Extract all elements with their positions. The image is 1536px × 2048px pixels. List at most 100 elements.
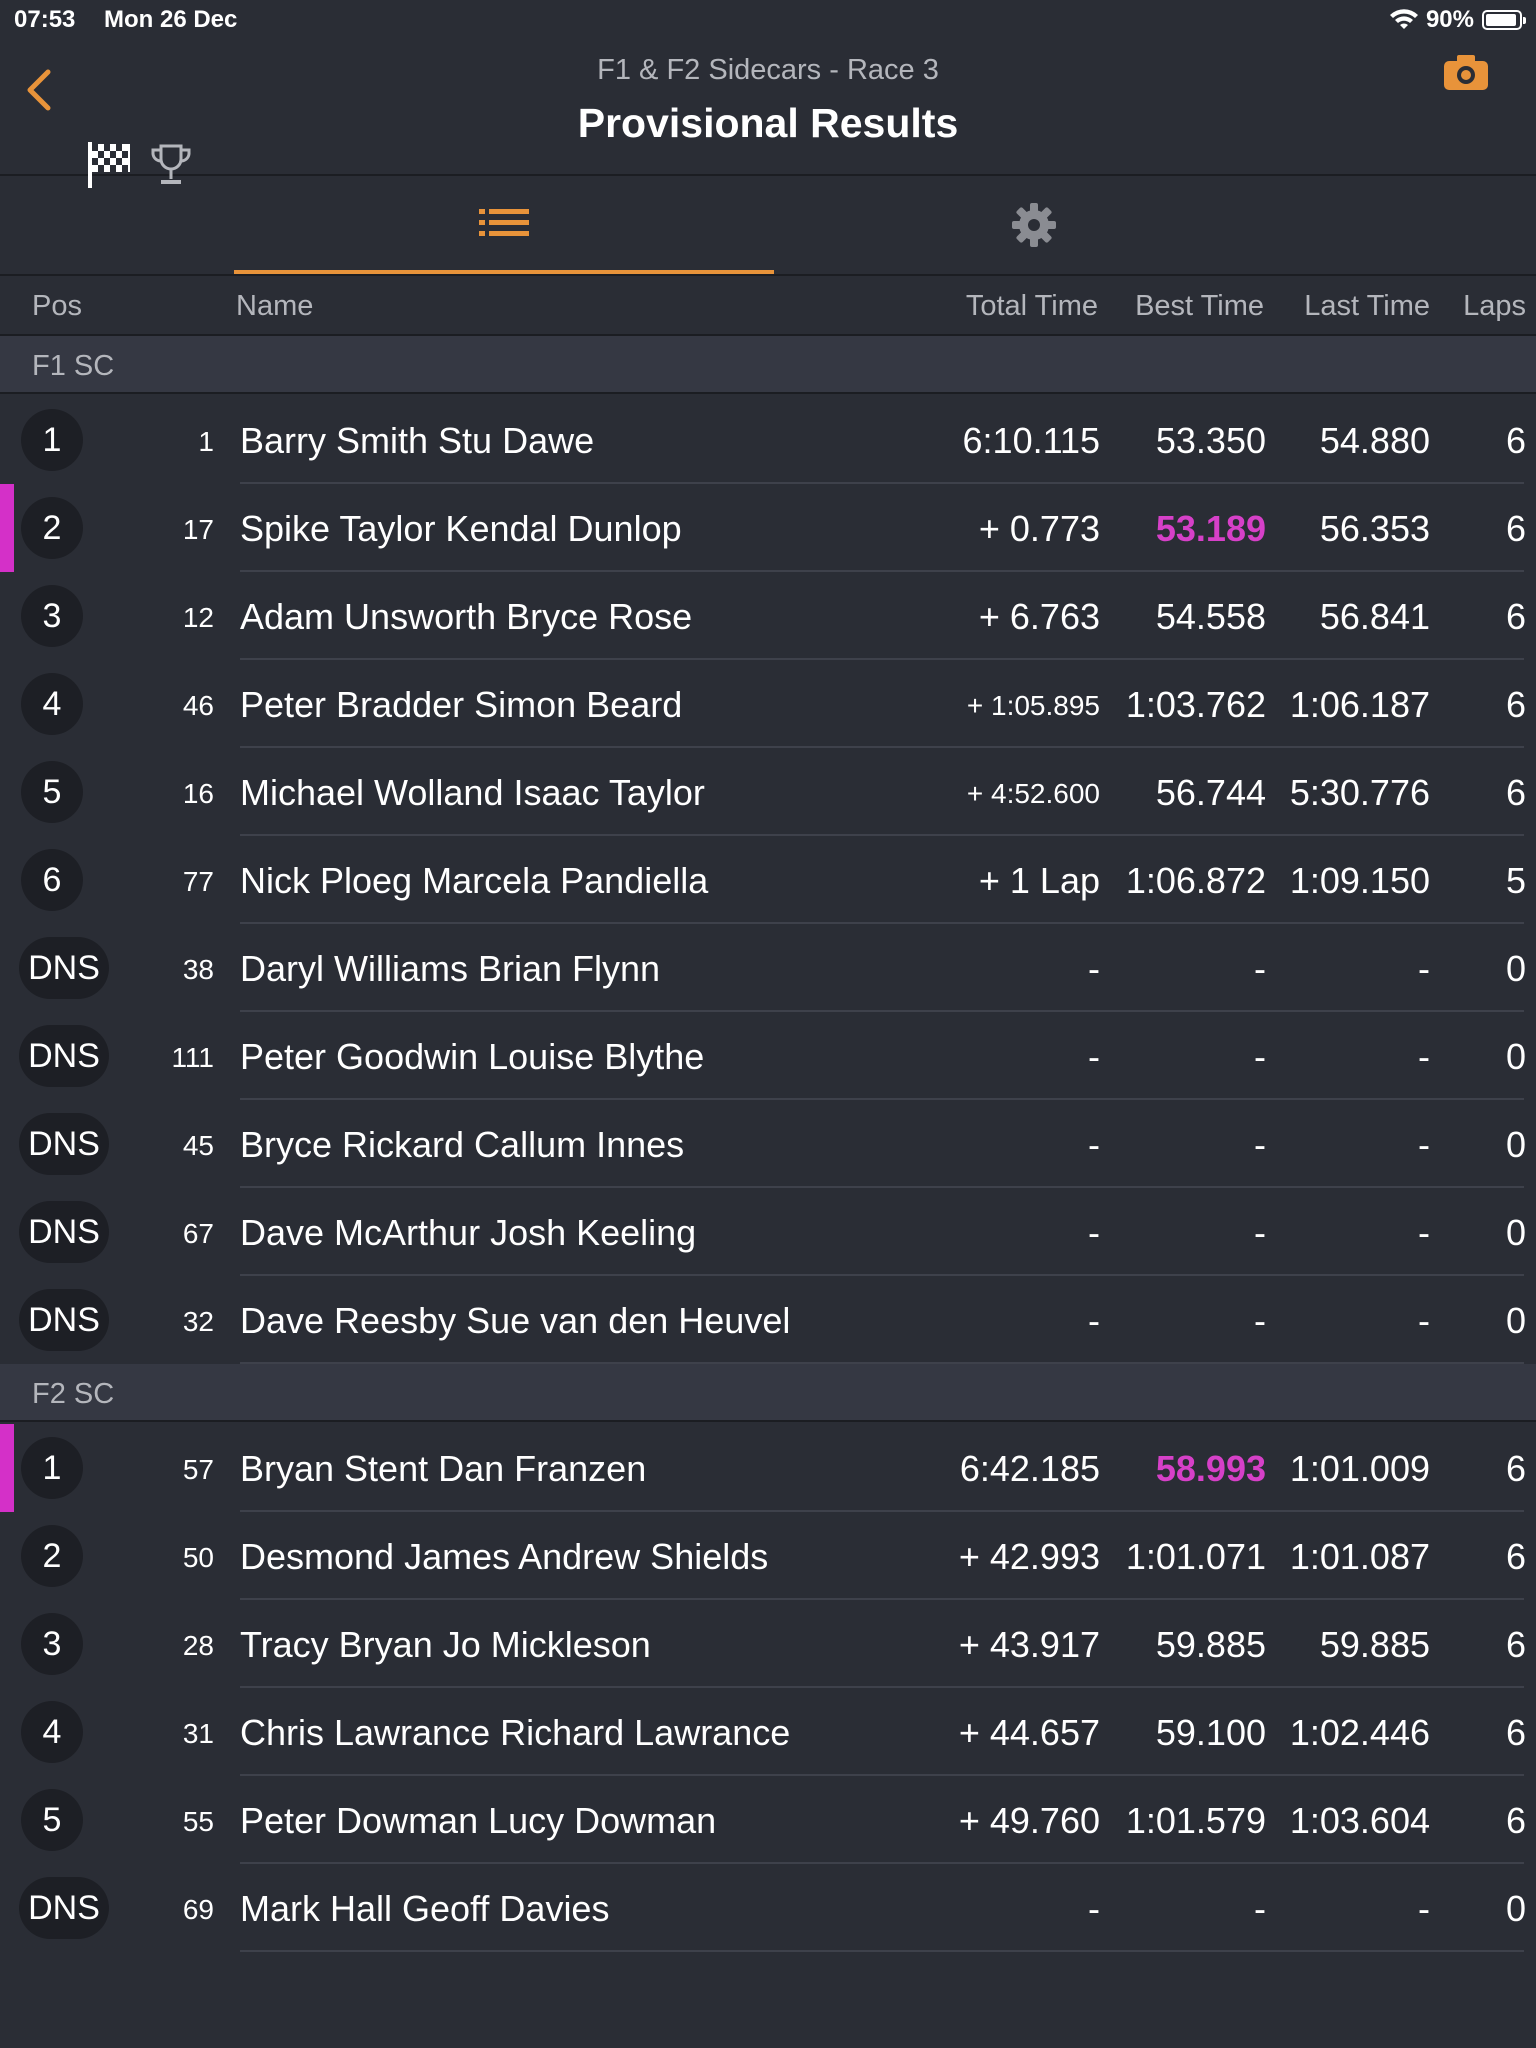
laps-count: 0	[1505, 1212, 1526, 1253]
last-time: -	[1418, 948, 1430, 989]
result-row[interactable]: DNS 67 Dave McArthur Josh Keeling - - - 0	[0, 1188, 1536, 1276]
col-pos[interactable]: Pos	[32, 290, 82, 323]
best-time: 59.100	[1155, 1712, 1266, 1753]
race-number: 38	[182, 954, 214, 985]
result-row[interactable]: 1 57 Bryan Stent Dan Franzen 6:42.185 58.993…	[0, 1424, 1536, 1512]
battery-icon	[1482, 10, 1526, 30]
status-date: Mon 26 Dec	[104, 6, 238, 33]
last-time: 59.885	[1319, 1624, 1430, 1665]
last-time: 1:01.087	[1289, 1536, 1430, 1577]
race-number: 77	[182, 866, 214, 897]
col-name[interactable]: Name	[236, 290, 313, 323]
total-time: + 49.760	[958, 1800, 1100, 1841]
laps-count: 0	[1505, 1888, 1526, 1929]
position-badge: 4	[21, 673, 83, 735]
rider-names: Mark Hall Geoff Davies	[240, 1888, 610, 1929]
best-time: 1:01.579	[1125, 1800, 1266, 1841]
header: F1 & F2 Sidecars - Race 3 Provisional Re…	[0, 40, 1536, 188]
result-row[interactable]: 3 28 Tracy Bryan Jo Mickleson + 43.917 59.88…	[0, 1600, 1536, 1688]
last-time: -	[1418, 1036, 1430, 1077]
best-time: 56.744	[1155, 772, 1266, 813]
total-time: -	[1088, 948, 1100, 989]
race-number: 31	[182, 1718, 214, 1749]
group-header: F2 SC	[0, 1364, 1536, 1422]
fastest-lap-marker	[0, 484, 14, 572]
race-number: 16	[182, 778, 214, 809]
total-time: + 43.917	[958, 1624, 1100, 1665]
best-time: -	[1254, 1888, 1266, 1929]
result-row[interactable]: 5 16 Michael Wolland Isaac Taylor + 4:52.60…	[0, 748, 1536, 836]
last-time: 1:02.446	[1289, 1712, 1430, 1753]
row-divider	[240, 1950, 1524, 1952]
race-number: 50	[182, 1542, 214, 1573]
total-time: 6:10.115	[962, 420, 1100, 461]
best-time: 1:01.071	[1125, 1536, 1266, 1577]
total-time: + 4:52.600	[966, 778, 1100, 809]
laps-count: 6	[1505, 684, 1526, 725]
race-number: 45	[182, 1130, 214, 1161]
laps-count: 0	[1505, 1036, 1526, 1077]
rider-names: Adam Unsworth Bryce Rose	[240, 596, 693, 637]
rider-names: Peter Goodwin Louise Blythe	[240, 1036, 705, 1077]
best-time: 53.350	[1155, 420, 1266, 461]
rider-names: Daryl Williams Brian Flynn	[240, 948, 661, 989]
column-headers: Pos Name Total Time Best Time Last Time …	[0, 276, 1536, 336]
position-badge: DNS	[19, 1201, 109, 1263]
result-row[interactable]: 2 17 Spike Taylor Kendal Dunlop + 0.773 53.1…	[0, 484, 1536, 572]
laps-count: 0	[1505, 1300, 1526, 1341]
race-number: 69	[182, 1894, 214, 1925]
tab-settings[interactable]	[964, 176, 1104, 274]
laps-count: 6	[1505, 596, 1526, 637]
result-row[interactable]: 4 46 Peter Bradder Simon Beard + 1:05.895 1:…	[0, 660, 1536, 748]
result-row[interactable]: 6 77 Nick Ploeg Marcela Pandiella + 1 Lap 1:…	[0, 836, 1536, 924]
result-row[interactable]: DNS 45 Bryce Rickard Callum Innes - - - 0	[0, 1100, 1536, 1188]
best-time: -	[1254, 948, 1266, 989]
result-row[interactable]: DNS 38 Daryl Williams Brian Flynn - - - 0	[0, 924, 1536, 1012]
fastest-lap-marker	[0, 1424, 14, 1512]
result-row[interactable]: 1 1 Barry Smith Stu Dawe 6:10.115 53.350 54.8…	[0, 396, 1536, 484]
race-number: 57	[182, 1454, 214, 1485]
last-time: -	[1418, 1124, 1430, 1165]
result-row[interactable]: 2 50 Desmond James Andrew Shields + 42.993 1…	[0, 1512, 1536, 1600]
last-time: -	[1418, 1888, 1430, 1929]
col-total-time[interactable]: Total Time	[966, 290, 1098, 323]
camera-icon[interactable]	[1442, 52, 1490, 92]
status-right: 90%	[1389, 6, 1526, 34]
position-badge: DNS	[19, 1877, 109, 1939]
tab-bar	[0, 176, 1536, 276]
last-time: 54.880	[1319, 420, 1430, 461]
group-header: F1 SC	[0, 336, 1536, 394]
best-time: 59.885	[1155, 1624, 1266, 1665]
race-number: 12	[182, 602, 214, 633]
laps-count: 6	[1505, 1448, 1526, 1489]
position-badge: 2	[21, 1525, 83, 1587]
position-badge: 4	[21, 1701, 83, 1763]
total-time: 6:42.185	[959, 1448, 1100, 1489]
result-row[interactable]: DNS 69 Mark Hall Geoff Davies - - - 0	[0, 1864, 1536, 1952]
race-number: 17	[182, 514, 214, 545]
best-time: 58.993	[1155, 1448, 1266, 1489]
total-time: -	[1088, 1300, 1100, 1341]
group-label: F1 SC	[32, 350, 115, 382]
tab-results-list[interactable]	[234, 176, 774, 274]
col-last-time[interactable]: Last Time	[1304, 290, 1430, 323]
result-row[interactable]: DNS 32 Dave Reesby Sue van den Heuvel - - - 0	[0, 1276, 1536, 1364]
best-time: -	[1254, 1212, 1266, 1253]
race-number: 28	[182, 1630, 214, 1661]
laps-count: 6	[1505, 772, 1526, 813]
laps-count: 6	[1505, 1624, 1526, 1665]
status-bar: 07:53 Mon 26 Dec 90%	[0, 0, 1536, 40]
result-row[interactable]: DNS 111 Peter Goodwin Louise Blythe - - - 0	[0, 1012, 1536, 1100]
last-time: 5:30.776	[1289, 772, 1430, 813]
result-row[interactable]: 5 55 Peter Dowman Lucy Dowman + 49.760 1:01.…	[0, 1776, 1536, 1864]
race-number: 111	[171, 1042, 214, 1073]
result-row[interactable]: 3 12 Adam Unsworth Bryce Rose + 6.763 54.558…	[0, 572, 1536, 660]
result-row[interactable]: 4 31 Chris Lawrance Richard Lawrance + 44.6…	[0, 1688, 1536, 1776]
position-badge: DNS	[19, 937, 109, 999]
col-best-time[interactable]: Best Time	[1135, 290, 1264, 323]
last-time: 1:01.009	[1289, 1448, 1430, 1489]
position-badge: 5	[21, 1789, 83, 1851]
col-laps[interactable]: Laps	[1463, 290, 1526, 323]
rider-names: Desmond James Andrew Shields	[240, 1536, 769, 1577]
last-time: 1:06.187	[1289, 684, 1430, 725]
